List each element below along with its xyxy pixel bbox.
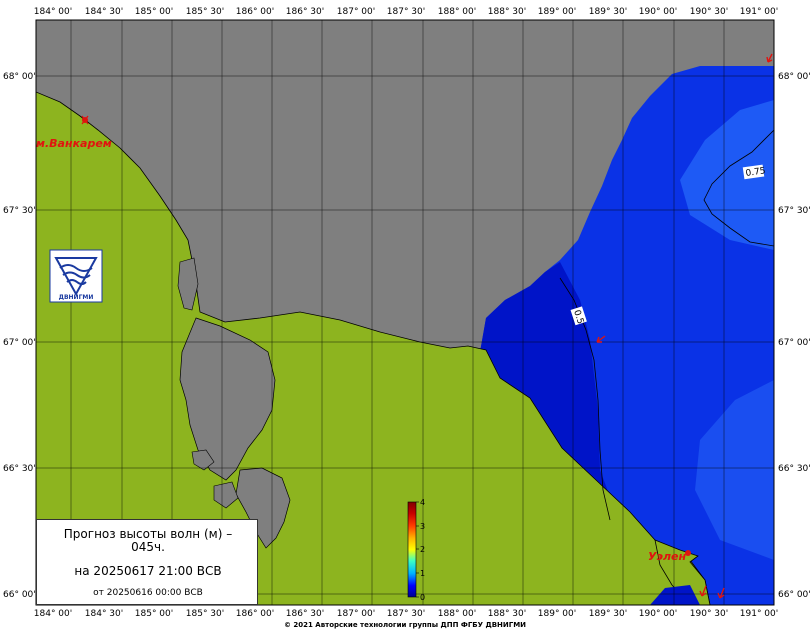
lat-label: 67° 30' [3,206,36,216]
lon-label: 186° 00' [236,7,274,17]
lon-label: 187° 30' [387,609,425,619]
lon-label: 188° 30' [488,7,526,17]
lon-label: 186° 30' [286,609,324,619]
colorbar-gradient [407,501,417,598]
lon-label: 187° 30' [387,7,425,17]
colorbar-tick: 3 [420,522,425,531]
lon-label: 189° 30' [589,609,627,619]
forecast-valid-time: на 20250617 21:00 ВСВ [74,564,222,578]
lon-label: 189° 00' [538,7,576,17]
lat-label: 68° 00' [778,72,810,82]
lon-label: 184° 00' [34,609,72,619]
lat-labels-right: 68° 00' 67° 30' 67° 00' 66° 30' 66° 00' [778,72,810,600]
lon-label: 190° 00' [639,609,677,619]
lat-label: 66° 00' [778,590,810,600]
lat-label: 66° 30' [3,464,36,474]
colorbar-tick: 4 [420,498,425,507]
lon-label: 188° 00' [438,609,476,619]
lon-label: 185° 30' [186,7,224,17]
lat-label: 66° 00' [3,590,36,600]
lon-label: 188° 30' [488,609,526,619]
lon-label: 186° 30' [286,7,324,17]
lon-labels-bottom: 184° 00' 184° 30' 185° 00' 185° 30' 186°… [34,609,778,619]
lon-label: 188° 00' [438,7,476,17]
lat-labels-left: 68° 00' 67° 30' 67° 00' 66° 30' 66° 00' [3,72,36,600]
lon-label: 189° 30' [589,7,627,17]
lon-labels-top: 184° 00' 184° 30' 185° 00' 185° 30' 186°… [34,7,778,17]
logo-text: ДВНИГМИ [59,294,94,301]
lon-label: 190° 30' [690,7,728,17]
lon-label: 184° 00' [34,7,72,17]
lon-label: 185° 00' [135,609,173,619]
lon-label: 187° 00' [337,7,375,17]
lat-label: 66° 30' [778,464,810,474]
lat-label: 67° 30' [778,206,810,216]
colorbar-tick: 0 [420,593,425,602]
colorbar-tick: 2 [420,545,425,554]
forecast-issued-time: от 20250616 00:00 ВСВ [93,588,203,598]
lon-label: 190° 30' [690,609,728,619]
lon-label: 186° 00' [236,609,274,619]
lon-label: 187° 00' [337,609,375,619]
lon-label: 191° 00' [740,7,778,17]
lon-label: 189° 00' [538,609,576,619]
lon-label: 184° 30' [85,7,123,17]
copyright-footer: © 2021 Авторские технологии группы ДПП Ф… [283,621,527,629]
lat-label: 68° 00' [3,72,36,82]
lon-label: 185° 00' [135,7,173,17]
map-area: м.Ванкарем Уэлен 0.75 0.5 [36,20,774,605]
forecast-title: Прогноз высоты волн (м) – 045ч. [63,527,233,554]
place-label-uelen: Уэлен [648,550,687,563]
station-vankarem [81,115,89,125]
colorbar-tick: 1 [420,569,425,578]
place-label-vankarem: м.Ванкарем [36,137,112,150]
lat-label: 67° 00' [778,338,810,348]
lon-label: 185° 30' [186,609,224,619]
lon-label: 190° 00' [639,7,677,17]
lon-label: 184° 30' [85,609,123,619]
forecast-info-box: Прогноз высоты волн (м) – 045ч. на 20250… [36,519,258,605]
lon-label: 191° 00' [740,609,778,619]
dvnigmi-logo: ДВНИГМИ [49,249,103,303]
lat-label: 67° 00' [3,338,36,348]
